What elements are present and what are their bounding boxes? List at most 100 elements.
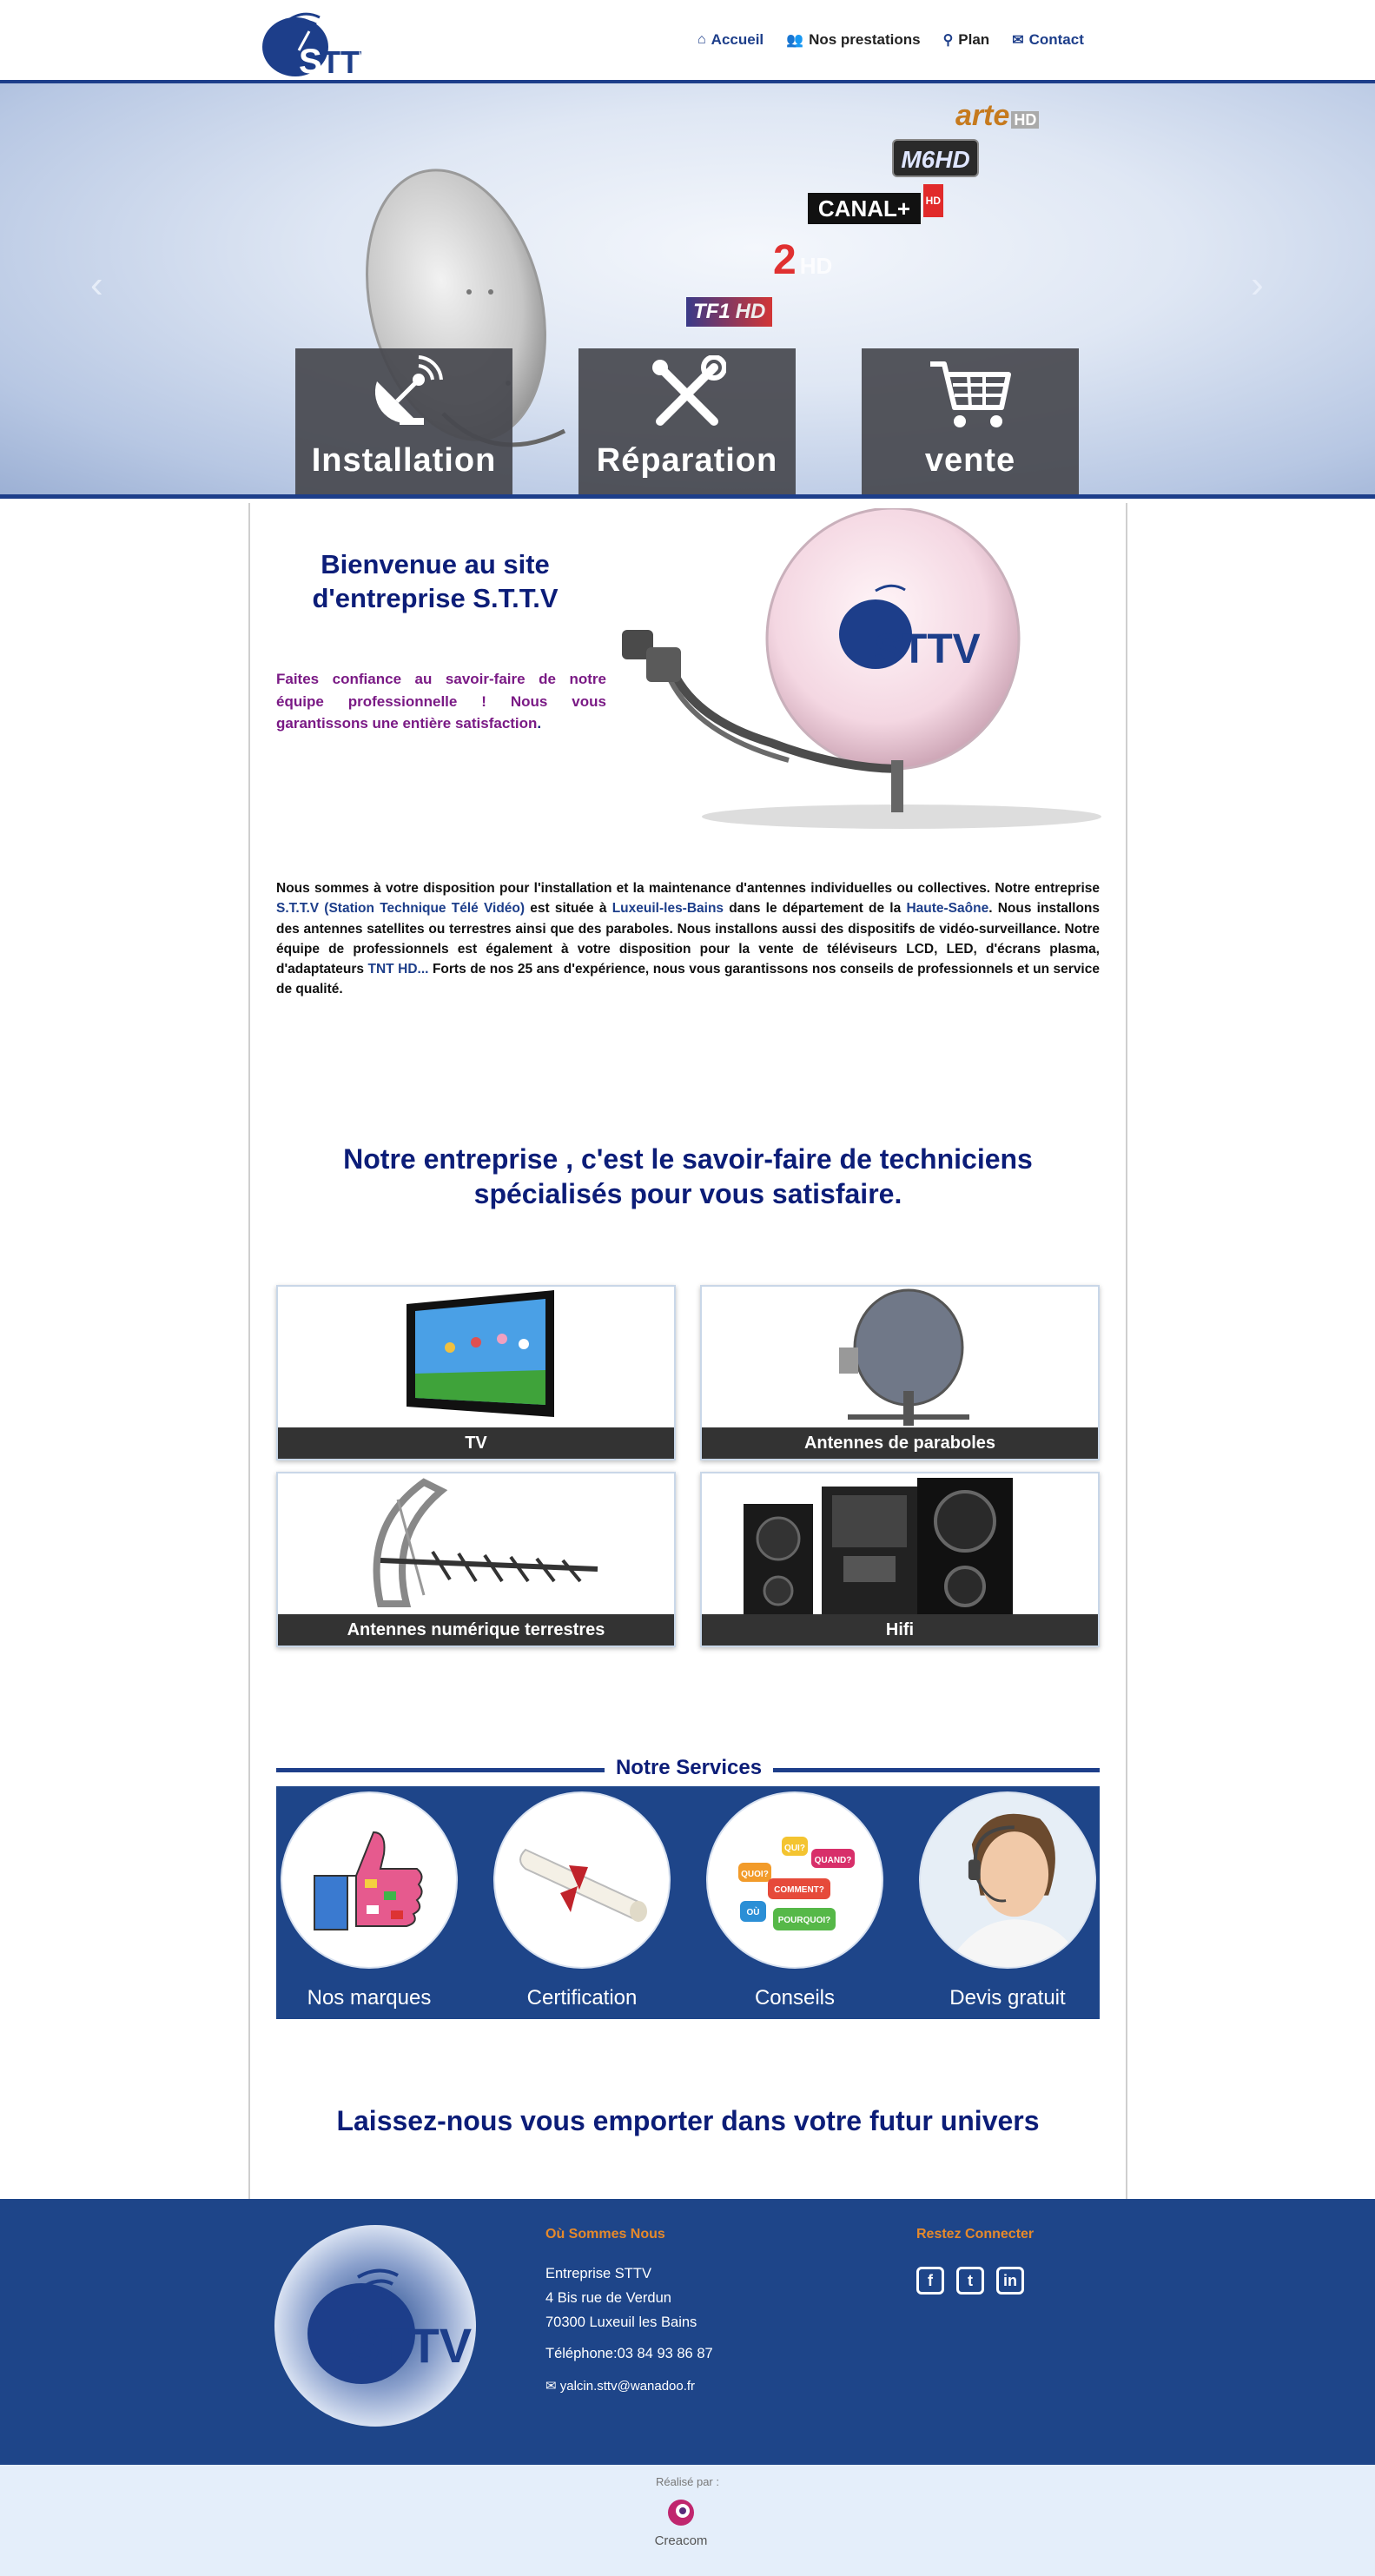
services-heading-text: Notre Services	[615, 1756, 763, 1779]
service-label-conseils: Conseils	[754, 1986, 836, 2010]
parabola-image	[702, 1287, 1098, 1426]
creacom-text: Creacom	[654, 2533, 708, 2548]
nav-nos-prestations[interactable]: 👥 Nos prestations	[786, 31, 920, 49]
nav-accueil[interactable]: ⌂ Accueil	[697, 31, 764, 49]
welcome-title: Bienvenue au site d'entreprise S.T.T.V	[283, 548, 587, 616]
product-card-antennes-terrestres[interactable]: Antennes numérique terrestres	[276, 1472, 676, 1647]
service-nos-marques[interactable]: Nos marques	[280, 1791, 459, 2010]
tile-installation[interactable]: Installation	[295, 348, 512, 494]
footer-phone: Téléphone:03 84 93 86 87	[545, 2346, 713, 2361]
section-title-futur-univers: Laissez-nous vous emporter dans votre fu…	[336, 2105, 1040, 2136]
product-caption-hifi: Hifi	[702, 1614, 1098, 1646]
service-conseils[interactable]: QUOI? QUI? QUAND? COMMENT? OÙ POURQUOI? …	[705, 1791, 884, 2010]
tagline-text: Faites confiance au savoir-faire de notr…	[276, 671, 606, 732]
arte-hd-text: HD	[1011, 111, 1040, 129]
logo-letters-ttv: TTV	[321, 44, 361, 80]
intro-company-name: S.T.T.V (Station Technique Télé Vidéo)	[276, 901, 526, 917]
service-label-certification: Certification	[526, 1986, 638, 2010]
service-certification[interactable]: Certification	[492, 1791, 671, 2010]
tile-vente-label: vente	[924, 442, 1016, 479]
carousel-prev-arrow[interactable]: ‹	[90, 266, 103, 304]
hero-carousel: ‹ › arte HD M6HD CANAL+ HD 2 HD TF1 HD I…	[0, 83, 1375, 499]
service-label-devis: Devis gratuit	[949, 1986, 1066, 2010]
product-card-tv[interactable]: TV	[276, 1285, 676, 1460]
france2-hd-text: HD	[799, 253, 833, 279]
logo-letter-s: S	[299, 43, 322, 80]
footer-street: 4 Bis rue de Verdun	[545, 2290, 671, 2306]
footer-address: Entreprise STTV 4 Bis rue de Verdun 7030…	[545, 2261, 713, 2399]
main-nav: ⌂ Accueil 👥 Nos prestations ⚲ Plan ✉ Con…	[697, 31, 1084, 49]
site-footer: STTV Où Sommes Nous Entreprise STTV 4 Bi…	[0, 2199, 1375, 2465]
dish-logo-text: STTV	[874, 626, 981, 672]
channel-logo-france2: 2 HD	[773, 236, 832, 284]
tile-reparation[interactable]: Réparation	[578, 348, 796, 494]
product-card-antennes-paraboles[interactable]: Antennes de paraboles	[700, 1285, 1100, 1460]
thumbs-up-flags-image	[281, 1791, 458, 1969]
creacom-symbol-icon	[668, 2500, 694, 2526]
home-icon: ⌂	[697, 32, 706, 47]
intro-region: Haute-Saône	[906, 901, 989, 917]
sttv-branded-dish-image: STTV	[622, 508, 1101, 829]
bubble-comment: COMMENT?	[774, 1885, 824, 1895]
service-devis-gratuit[interactable]: Devis gratuit	[918, 1791, 1097, 2010]
credit-bar: Réalisé par : Creacom	[0, 2465, 1375, 2576]
shopping-cart-icon	[862, 355, 1079, 434]
bubble-ou: OÙ	[747, 1906, 760, 1917]
intro-p3: dans le département de la	[724, 901, 907, 917]
main-content: Bienvenue au site d'entreprise S.T.T.V F…	[248, 503, 1127, 2199]
welcome-title-line1: Bienvenue au site	[321, 549, 550, 579]
creacom-logo[interactable]: Creacom	[646, 2498, 716, 2548]
channel-logo-arte: arte HD	[955, 99, 1040, 133]
tf1-hd-text: HD	[735, 300, 766, 323]
users-icon: 👥	[786, 33, 804, 48]
social-links: f t in	[916, 2267, 1024, 2295]
footer-email-row[interactable]: ✉ yalcin.sttv@wanadoo.fr	[545, 2374, 713, 2399]
bubble-quoi: QUOI?	[741, 1870, 769, 1879]
canal-hd-text: HD	[922, 184, 943, 217]
tools-icon	[578, 355, 796, 434]
canal-text: CANAL+	[817, 195, 911, 222]
services-heading-rule-left	[276, 1768, 605, 1772]
bubble-quand: QUAND?	[815, 1856, 852, 1865]
channel-logo-canal: CANAL+ HD	[808, 184, 943, 224]
facebook-icon[interactable]: f	[916, 2267, 944, 2295]
intro-city: Luxeuil-les-Bains	[611, 901, 724, 917]
product-card-hifi[interactable]: Hifi	[700, 1472, 1100, 1647]
nav-contact-label: Contact	[1028, 31, 1084, 48]
services-panel: Nos marques Certification QUOI? QUI? QUA…	[276, 1786, 1100, 2019]
envelope-icon: ✉	[545, 2379, 560, 2394]
carousel-next-arrow[interactable]: ›	[1251, 266, 1264, 304]
section-title-expertise: Notre entreprise , c'est le savoir-faire…	[250, 1142, 1126, 1211]
footer-location-title: Où Sommes Nous	[545, 2227, 665, 2242]
credit-label: Réalisé par :	[656, 2475, 719, 2488]
terrestrial-antenna-image	[278, 1473, 674, 1612]
arte-text: arte	[955, 99, 1010, 132]
product-caption-paraboles: Antennes de paraboles	[702, 1427, 1098, 1459]
nav-accueil-label: Accueil	[711, 31, 764, 48]
channel-logo-m6: M6HD	[892, 139, 979, 177]
nav-contact[interactable]: ✉ Contact	[1012, 31, 1084, 49]
product-caption-terrestres: Antennes numérique terrestres	[278, 1614, 674, 1646]
footer-email[interactable]: yalcin.sttv@wanadoo.fr	[560, 2379, 695, 2394]
linkedin-icon[interactable]: in	[996, 2267, 1024, 2295]
tile-vente[interactable]: vente	[862, 348, 1079, 494]
france2-text: 2	[773, 237, 797, 283]
sttv-logo[interactable]: S TTV	[259, 5, 380, 81]
tile-reparation-label: Réparation	[596, 442, 778, 479]
tf1-text: TF1	[693, 300, 730, 323]
bubble-pourquoi: POURQUOI?	[778, 1916, 831, 1925]
diploma-scroll-image	[493, 1791, 671, 1969]
product-caption-tv: TV	[278, 1427, 674, 1459]
satellite-dish-icon	[295, 355, 512, 434]
services-heading: Notre Services	[276, 1756, 1100, 1782]
footer-logo-text: STTV	[347, 2318, 472, 2373]
map-marker-icon: ⚲	[942, 33, 954, 48]
nav-plan-label: Plan	[958, 31, 990, 48]
hifi-image	[702, 1473, 1098, 1617]
twitter-icon[interactable]: t	[956, 2267, 984, 2295]
intro-p1: Nous sommes à votre disposition pour l'i…	[276, 881, 1100, 896]
section-title-line2: spécialisés pour vous satisfaire.	[473, 1178, 902, 1209]
nav-plan[interactable]: ⚲ Plan	[943, 31, 990, 49]
services-heading-rule-right	[773, 1768, 1100, 1772]
question-bubbles-image: QUOI? QUI? QUAND? COMMENT? OÙ POURQUOI?	[706, 1791, 883, 1969]
